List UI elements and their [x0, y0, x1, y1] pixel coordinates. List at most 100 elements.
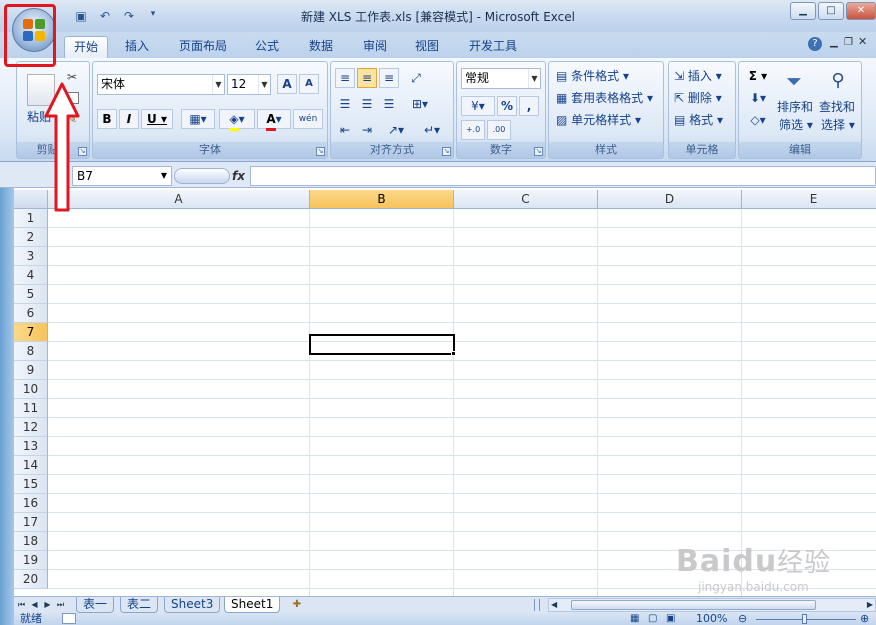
column-header-a[interactable]: A — [48, 190, 310, 209]
tab-formulas[interactable]: 公式 — [246, 36, 288, 58]
row-header-6[interactable]: 6 — [14, 304, 48, 323]
row-header-14[interactable]: 14 — [14, 456, 48, 475]
tab-review[interactable]: 审阅 — [354, 36, 396, 58]
page-break-view-icon[interactable]: ▣ — [666, 613, 675, 625]
autosum-button[interactable]: Σ ▾ — [743, 66, 773, 86]
fill-color-button[interactable]: ◈▾ — [219, 109, 255, 131]
orientation-icon[interactable]: ⤢ — [405, 68, 427, 88]
row-header-19[interactable]: 19 — [14, 551, 48, 570]
scroll-right-icon[interactable]: ▶ — [867, 599, 873, 611]
bold-button[interactable]: B — [97, 109, 117, 129]
borders-button[interactable]: ▦▾ — [181, 109, 215, 129]
row-header-1[interactable]: 1 — [14, 209, 48, 228]
help-icon[interactable]: ? — [808, 37, 822, 51]
align-middle-icon[interactable]: ≡ — [357, 68, 377, 88]
fill-button[interactable]: ⬇▾ — [743, 88, 773, 108]
first-sheet-icon[interactable]: ⏮ — [16, 598, 27, 612]
row-header-2[interactable]: 2 — [14, 228, 48, 247]
tab-home[interactable]: 开始 — [64, 36, 109, 58]
active-cell-b7[interactable] — [309, 334, 455, 355]
find-select-label-1[interactable]: 查找和 — [819, 98, 855, 115]
column-header-b[interactable]: B — [310, 190, 454, 209]
row-header-18[interactable]: 18 — [14, 532, 48, 551]
accounting-format-button[interactable]: ¥▾ — [461, 96, 495, 116]
minimize-button[interactable]: ▁ — [790, 2, 816, 20]
ribbon-minimize-icon[interactable]: ▁ — [830, 37, 838, 48]
insert-sheet-icon[interactable]: ✚ — [288, 598, 306, 612]
fill-handle[interactable] — [451, 351, 456, 356]
row-header-13[interactable]: 13 — [14, 437, 48, 456]
tab-page-layout[interactable]: 页面布局 — [170, 36, 236, 58]
sheet-tab-2[interactable]: 表二 — [120, 597, 159, 613]
font-size-select[interactable]: 12 ▼ — [227, 74, 271, 95]
italic-button[interactable]: I — [119, 109, 139, 129]
zoom-out-icon[interactable]: ⊖ — [738, 613, 747, 625]
row-header-20[interactable]: 20 — [14, 570, 48, 589]
delete-cells-button[interactable]: ⇱ 删除 ▾ — [673, 88, 735, 108]
align-right-icon[interactable]: ☰ — [379, 94, 399, 114]
zoom-in-icon[interactable]: ⊕ — [860, 613, 869, 625]
decrease-indent-icon[interactable]: ⇤ — [335, 120, 355, 140]
close-button[interactable]: ✕ — [846, 2, 876, 20]
wrap-text-icon[interactable]: ↵▾ — [417, 120, 447, 140]
row-header-8[interactable]: 8 — [14, 342, 48, 361]
format-cells-button[interactable]: ▤ 格式 ▾ — [673, 110, 735, 130]
sheet-tab-4[interactable]: Sheet1 — [224, 597, 281, 613]
binoculars-icon[interactable]: ⚲ — [825, 68, 851, 94]
sort-filter-icon[interactable]: ⏷ — [781, 68, 807, 94]
normal-view-icon[interactable]: ▦ — [630, 613, 639, 625]
grow-font-button[interactable]: A — [277, 74, 297, 94]
column-header-c[interactable]: C — [454, 190, 598, 209]
column-header-e[interactable]: E — [742, 190, 876, 209]
number-format-select[interactable]: 常规 ▼ — [461, 68, 541, 89]
increase-indent-icon[interactable]: ⇥ — [357, 120, 377, 140]
row-header-9[interactable]: 9 — [14, 361, 48, 380]
tab-data[interactable]: 数据 — [300, 36, 342, 58]
sort-filter-label-2[interactable]: 筛选 ▾ — [779, 116, 813, 133]
redo-icon[interactable]: ↷ — [120, 9, 138, 25]
alignment-launcher-icon[interactable]: ↘ — [442, 147, 451, 156]
name-box[interactable]: B7 ▼ — [72, 166, 172, 186]
page-layout-view-icon[interactable]: ▢ — [648, 613, 657, 625]
macro-record-icon[interactable] — [62, 613, 76, 624]
find-select-label-2[interactable]: 选择 ▾ — [821, 116, 855, 133]
undo-icon[interactable]: ↶ — [96, 9, 114, 25]
horizontal-scroll-thumb[interactable] — [571, 600, 816, 610]
phonetic-button[interactable]: wén — [293, 109, 323, 129]
row-header-15[interactable]: 15 — [14, 475, 48, 494]
font-launcher-icon[interactable]: ↘ — [316, 147, 325, 156]
save-icon[interactable]: ▣ — [72, 9, 90, 25]
merge-center-icon[interactable]: ⊞▾ — [405, 94, 435, 114]
tab-view[interactable]: 视图 — [406, 36, 448, 58]
row-header-11[interactable]: 11 — [14, 399, 48, 418]
underline-button[interactable]: U ▾ — [141, 109, 173, 129]
decrease-decimal-icon[interactable]: .00 — [487, 120, 511, 140]
row-header-16[interactable]: 16 — [14, 494, 48, 513]
percent-button[interactable]: % — [497, 96, 517, 116]
tab-insert[interactable]: 插入 — [116, 36, 158, 58]
sheet-tab-1[interactable]: 表一 — [76, 597, 115, 613]
align-center-icon[interactable]: ☰ — [357, 94, 377, 114]
number-launcher-icon[interactable]: ↘ — [534, 147, 543, 156]
align-left-icon[interactable]: ☰ — [335, 94, 355, 114]
row-header-4[interactable]: 4 — [14, 266, 48, 285]
ribbon-restore-icon[interactable]: ❐ — [844, 37, 853, 48]
zoom-slider-thumb[interactable] — [802, 614, 807, 624]
scroll-left-icon[interactable]: ◀ — [551, 599, 557, 611]
row-header-10[interactable]: 10 — [14, 380, 48, 399]
select-all-corner[interactable] — [14, 190, 48, 209]
clear-button[interactable]: ◇▾ — [743, 110, 773, 130]
row-header-7[interactable]: 7 — [14, 323, 48, 342]
insert-cells-button[interactable]: ⇲ 插入 ▾ — [673, 66, 735, 86]
row-header-12[interactable]: 12 — [14, 418, 48, 437]
align-top-icon[interactable]: ≡ — [335, 68, 355, 88]
sheet-tab-3[interactable]: Sheet3 — [164, 597, 221, 613]
format-as-table-button[interactable]: ▦ 套用表格格式 ▾ — [555, 88, 663, 108]
formula-input[interactable] — [250, 166, 876, 186]
horizontal-scrollbar[interactable]: ◀ ▶ — [548, 598, 876, 612]
prev-sheet-icon[interactable]: ◀ — [29, 598, 40, 612]
row-header-5[interactable]: 5 — [14, 285, 48, 304]
customize-qat-icon[interactable]: ▾ — [144, 9, 162, 25]
conditional-format-button[interactable]: ▤ 条件格式 ▾ — [555, 66, 661, 86]
comma-button[interactable]: , — [519, 96, 539, 116]
